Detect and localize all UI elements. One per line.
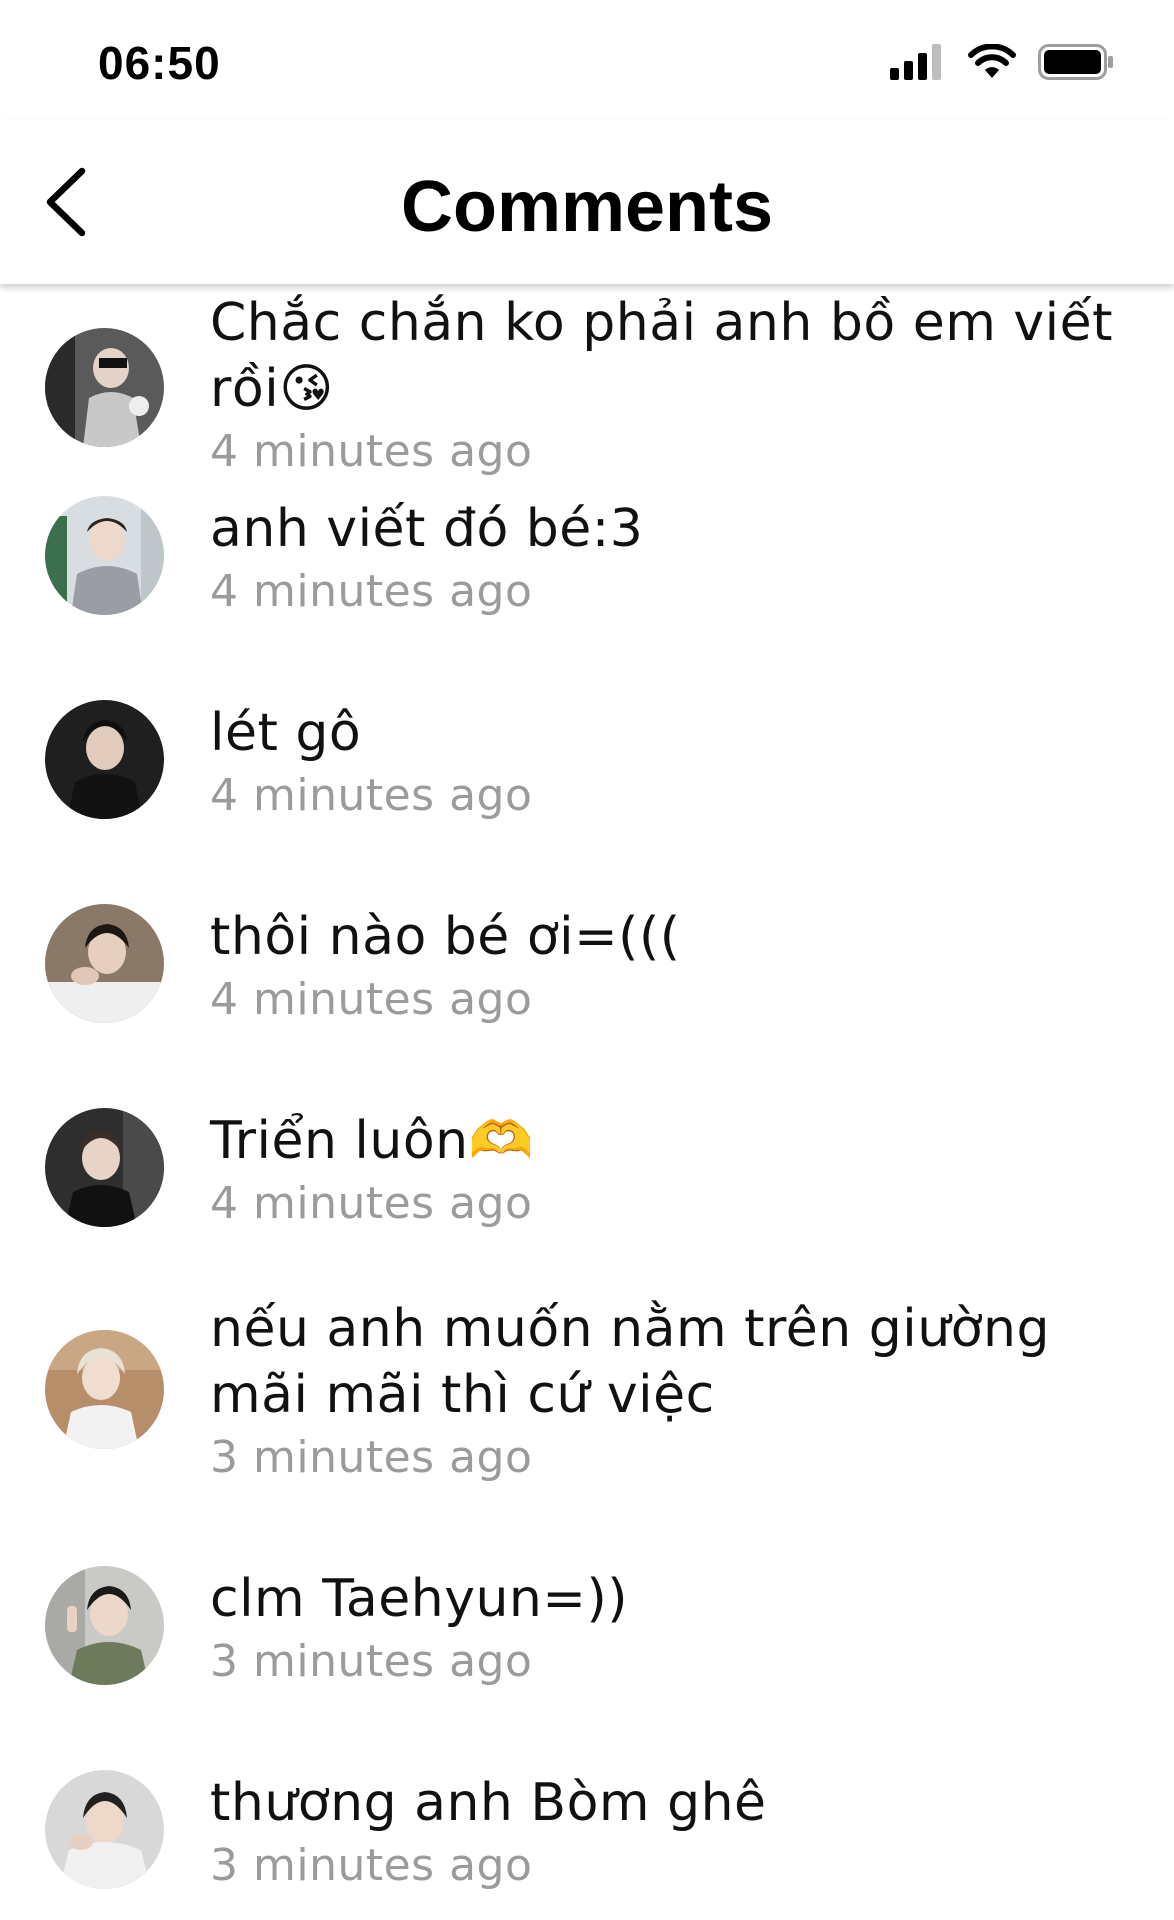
header-bar: Comments xyxy=(0,120,1174,284)
cellular-signal-icon xyxy=(890,43,946,85)
comment-body: lét gô 4 minutes ago xyxy=(210,700,1114,826)
comment-list[interactable]: Chắc chắn ko phải anh bồ em viết rồi😘 4 … xyxy=(0,284,1174,1920)
comment-body: Chắc chắn ko phải anh bồ em viết rồi😘 4 … xyxy=(210,290,1114,482)
status-time: 06:50 xyxy=(98,37,221,89)
comment-body: thôi nào bé ơi=((( 4 minutes ago xyxy=(210,904,1114,1030)
wifi-icon xyxy=(968,42,1016,85)
status-bar: 06:50 xyxy=(0,0,1174,120)
comment-timestamp: 4 minutes ago xyxy=(210,974,533,1025)
comment-timestamp: 4 minutes ago xyxy=(210,1178,533,1229)
comment-text: anh viết đó bé:3 xyxy=(210,499,644,559)
comment-body: thương anh Bòm ghê 3 minutes ago xyxy=(210,1770,1114,1896)
avatar[interactable] xyxy=(45,700,164,819)
avatar[interactable] xyxy=(45,1566,164,1685)
avatar[interactable] xyxy=(45,1108,164,1227)
comment-body: clm Taehyun=)) 3 minutes ago xyxy=(210,1566,1114,1692)
comment-timestamp: 4 minutes ago xyxy=(210,566,533,617)
battery-icon xyxy=(1038,43,1114,85)
comment-body: Triển luôn🫶 4 minutes ago xyxy=(210,1108,1114,1234)
comment-text: thương anh Bòm ghê xyxy=(210,1773,767,1833)
comment-timestamp: 4 minutes ago xyxy=(210,426,533,477)
avatar[interactable] xyxy=(45,904,164,1023)
comment-text: Chắc chắn ko phải anh bồ em viết rồi😘 xyxy=(210,293,1113,419)
comment-timestamp: 3 minutes ago xyxy=(210,1636,533,1687)
comment-text: clm Taehyun=)) xyxy=(210,1569,629,1629)
comment-timestamp: 4 minutes ago xyxy=(210,770,533,821)
page-title: Comments xyxy=(400,167,774,247)
avatar[interactable] xyxy=(45,1770,164,1889)
avatar[interactable] xyxy=(45,1330,164,1449)
avatar[interactable] xyxy=(45,328,164,447)
comment-text: nếu anh muốn nằm trên giường mãi mãi thì… xyxy=(210,1299,1050,1425)
avatar[interactable] xyxy=(45,496,164,615)
status-icons xyxy=(890,42,1114,85)
comment-text: thôi nào bé ơi=((( xyxy=(210,907,681,967)
comment-body: nếu anh muốn nằm trên giường mãi mãi thì… xyxy=(210,1296,1114,1488)
comment-timestamp: 3 minutes ago xyxy=(210,1840,533,1891)
comment-text: lét gô xyxy=(210,703,362,763)
comment-body: anh viết đó bé:3 4 minutes ago xyxy=(210,496,1114,622)
comment-text: Triển luôn🫶 xyxy=(210,1111,534,1171)
comment-timestamp: 3 minutes ago xyxy=(210,1432,533,1483)
